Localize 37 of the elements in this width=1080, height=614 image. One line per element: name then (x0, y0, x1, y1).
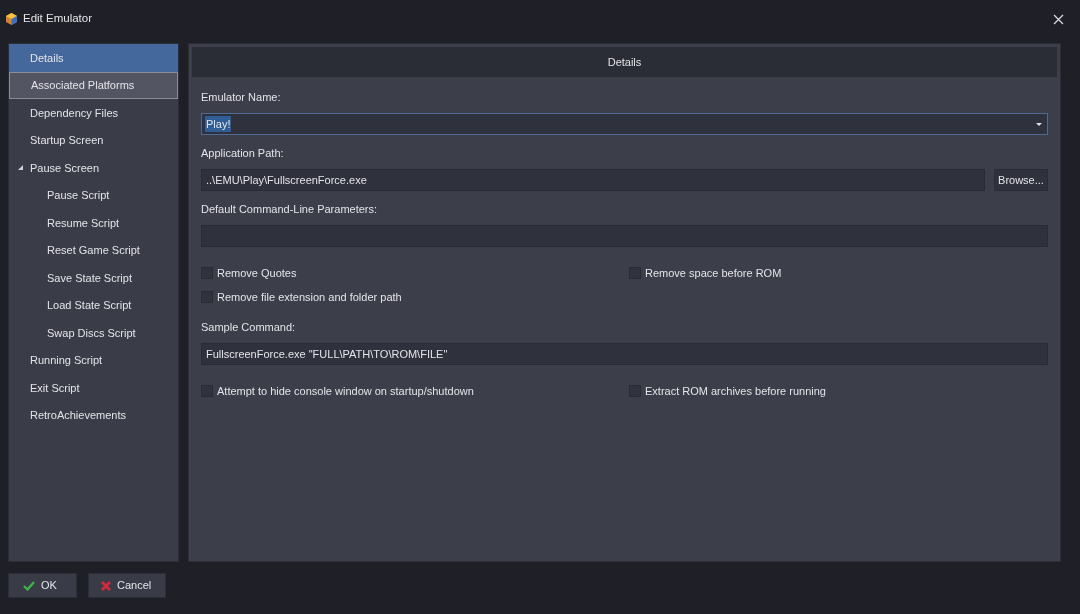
ok-button[interactable]: OK (8, 573, 77, 598)
dropdown-caret-icon[interactable] (1036, 122, 1042, 126)
field-label: Emulator Name: (201, 89, 282, 105)
sidebar-item[interactable]: Swap Discs Script (9, 319, 178, 347)
field-label: Application Path: (201, 145, 285, 161)
field-label: Default Command-Line Parameters: (201, 201, 379, 217)
cross-icon (101, 580, 111, 591)
checkmark-icon (23, 580, 35, 591)
sidebar-item[interactable]: Details (9, 44, 178, 72)
sidebar-item[interactable]: Running Script (9, 346, 178, 374)
checkbox-label[interactable]: Extract ROM archives before running (645, 382, 826, 400)
sidebar-item[interactable]: Exit Script (9, 374, 178, 402)
window-title: Edit Emulator (23, 11, 93, 27)
close-icon[interactable] (1052, 13, 1064, 25)
sidebar-item[interactable]: Dependency Files (9, 99, 178, 127)
sidebar-item[interactable]: Load State Script (9, 291, 178, 319)
sidebar-item[interactable]: Startup Screen (9, 126, 178, 154)
sidebar-item[interactable]: Save State Script (9, 264, 178, 292)
emulator-name-dropdown[interactable]: Play! (201, 113, 1048, 135)
app-logo-icon (6, 13, 17, 25)
text-field[interactable]: FullscreenForce.exe "FULL\PATH\TO\ROM\FILE" (201, 343, 1048, 365)
checkbox-label[interactable]: Attempt to hide console window on startup/shutdown (217, 382, 474, 400)
sidebar-item[interactable]: Associated Platforms (9, 71, 178, 99)
sidebar-item[interactable]: Pause Script (9, 181, 178, 209)
cancel-button[interactable]: Cancel (88, 573, 166, 598)
expanded-arrow-icon[interactable] (18, 165, 23, 170)
text-field[interactable]: ..\EMU\Play\FullscreenForce.exe (201, 169, 985, 191)
sidebar-item[interactable]: RetroAchievements (9, 401, 178, 429)
field-label: Sample Command: (201, 319, 297, 335)
sidebar-item[interactable]: Pause Screen (9, 154, 178, 182)
sidebar-item[interactable]: Reset Game Script (9, 236, 178, 264)
browse-button[interactable]: Browse... (994, 169, 1048, 191)
checkbox-label[interactable]: Remove space before ROM (645, 264, 782, 282)
checkbox-label[interactable]: Remove file extension and folder path (217, 288, 402, 306)
checkbox-label[interactable]: Remove Quotes (217, 264, 297, 282)
sidebar-item[interactable]: Resume Script (9, 209, 178, 237)
panel-header: Details (192, 47, 1057, 77)
